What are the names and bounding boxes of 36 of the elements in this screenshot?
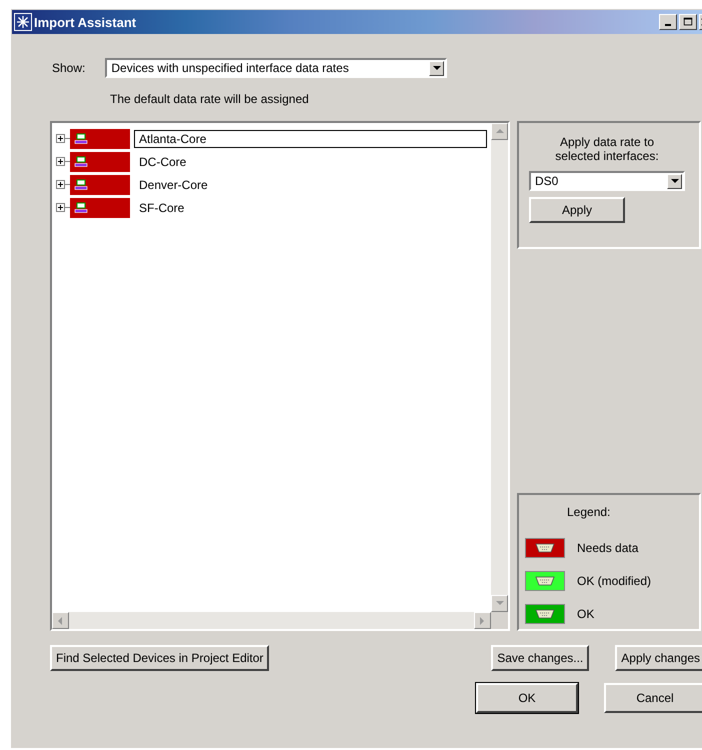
find-devices-button[interactable]: Find Selected Devices in Project Editor — [50, 645, 270, 671]
minimize-button[interactable] — [659, 14, 677, 30]
ok-button[interactable]: OK — [476, 683, 578, 713]
legend-label: Needs data — [577, 540, 638, 554]
legend-label: OK — [577, 606, 594, 620]
rate-dropdown[interactable]: DS0 — [529, 171, 685, 191]
apply-changes-button[interactable]: Apply changes — [615, 645, 702, 671]
expand-icon[interactable] — [56, 180, 65, 189]
tree-item[interactable]: DC-Core — [134, 152, 487, 170]
tree-item[interactable]: Denver-Core — [134, 176, 487, 194]
show-label: Show: — [52, 61, 86, 75]
horizontal-scrollbar[interactable] — [52, 612, 508, 629]
expand-icon[interactable] — [56, 157, 65, 166]
legend-title: Legend: — [567, 505, 612, 519]
apply-button[interactable]: Apply — [529, 197, 625, 223]
hint-text: The default data rate will be assigned — [110, 92, 310, 106]
cancel-button[interactable]: Cancel — [604, 683, 702, 713]
vertical-scrollbar[interactable] — [491, 123, 508, 612]
show-dropdown[interactable]: Devices with unspecified interface data rates — [105, 58, 448, 78]
down-arrow-icon — [496, 601, 504, 606]
expand-icon[interactable] — [56, 134, 65, 143]
minimize-icon — [665, 24, 671, 26]
legend-label: OK (modified) — [577, 574, 652, 588]
up-arrow-icon — [496, 129, 504, 134]
rate-label: Apply data rate to selected interfaces: — [554, 135, 660, 163]
tree-item[interactable]: Atlanta-Core — [134, 130, 487, 148]
maximize-button[interactable] — [679, 14, 697, 30]
left-arrow-icon — [58, 616, 63, 624]
scrollbar-corner — [491, 612, 508, 629]
expand-icon[interactable] — [56, 203, 65, 212]
window-title: Import Assistant — [34, 14, 136, 30]
tree-item[interactable]: SF-Core — [134, 198, 487, 216]
maximize-icon — [683, 17, 693, 27]
right-arrow-icon — [480, 616, 485, 624]
star-icon — [14, 13, 32, 31]
save-changes-button[interactable]: Save changes... — [491, 645, 590, 671]
